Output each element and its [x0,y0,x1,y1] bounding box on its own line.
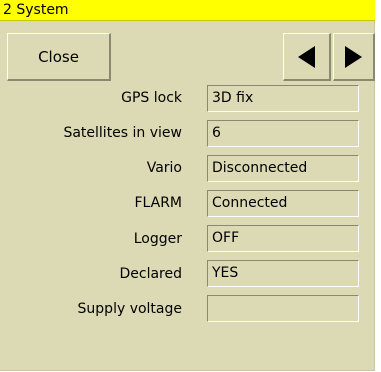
satellites-in-view-value: 6 [207,120,359,147]
gps-lock-label: GPS lock [121,90,182,106]
title-bar: 2 System [0,0,375,21]
supply-voltage-value [207,295,359,322]
declared-label: Declared [119,266,182,282]
previous-page-button[interactable] [283,33,331,81]
close-button[interactable]: Close [7,33,111,81]
logger-label: Logger [133,231,182,247]
system-status-window: 2 System Close GPS lock 3D fix Satellite… [0,0,375,371]
flarm-value: Connected [207,190,359,217]
window-title: 2 System [3,2,69,18]
vario-label: Vario [146,160,182,176]
next-page-button[interactable] [333,33,375,81]
logger-value: OFF [207,225,359,252]
gps-lock-value: 3D fix [207,85,359,112]
supply-voltage-label: Supply voltage [77,301,182,317]
triangle-right-icon [345,45,362,68]
declared-value: YES [207,260,359,287]
satellites-in-view-label: Satellites in view [63,125,182,141]
flarm-label: FLARM [134,195,182,211]
vario-value: Disconnected [207,155,359,182]
triangle-left-icon [298,45,315,68]
